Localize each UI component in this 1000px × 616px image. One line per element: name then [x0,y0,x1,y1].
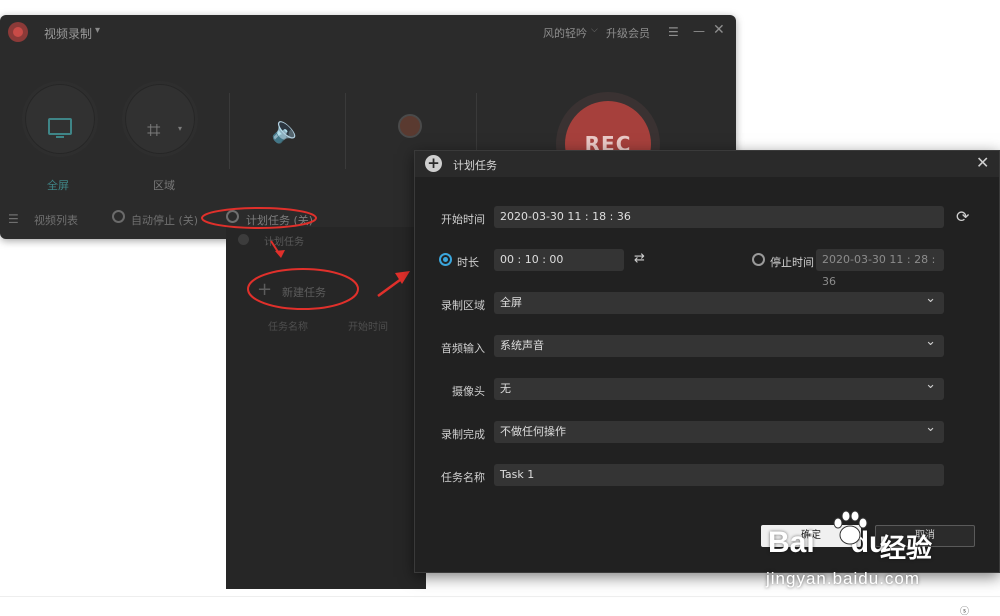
task-list-panel [226,227,426,589]
dialog-title: 计划任务 [453,159,497,172]
schedule-dialog: + 计划任务 ✕ 开始时间 2020-03-30 11 : 18 : 36 ⟳ … [414,150,1000,573]
stop-time-radio[interactable] [752,253,765,266]
divider [0,596,1000,597]
mode-fullscreen-label: 全屏 [47,179,69,192]
task-name-label: 任务名称 [441,471,485,484]
watermark-jingyan: 经验 [880,534,933,564]
clock-icon [238,234,249,245]
close-icon[interactable]: ✕ [976,153,989,172]
on-complete-select[interactable]: 不做任何操作 [494,417,944,443]
region-select[interactable]: 全屏 [494,288,944,314]
audio-label: 音频输入 [441,342,485,355]
app-title[interactable]: 视频录制 [44,25,92,42]
column-header: 任务名称 [268,322,308,333]
camera-label: 摄像头 [452,385,485,398]
on-complete-label: 录制完成 [441,428,485,441]
divider [229,93,230,169]
plus-icon[interactable]: + [257,279,272,300]
region-label: 录制区域 [441,299,485,312]
list-icon[interactable]: ☰ [8,212,19,226]
auto-stop-toggle[interactable]: 自动停止 (关) [131,212,198,228]
task-name-input[interactable]: Task 1 [494,464,944,486]
plus-circle-icon: + [425,155,442,172]
title-bar: 视频录制 ▾ 风的轻吟 ⌵ 升级会员 ☰ — ✕ [0,15,736,49]
stop-time-field[interactable]: 2020-03-30 11 : 28 : 36 [816,249,944,288]
chevron-down-icon[interactable]: ▾ [178,124,182,133]
upgrade-link[interactable]: 升级会员 [606,25,650,41]
timer-icon[interactable] [112,210,125,223]
duration-radio[interactable] [439,253,452,266]
audio-select[interactable]: 系统声音 [494,331,944,357]
webcam-icon[interactable] [398,114,422,138]
divider [345,93,346,169]
start-time-label: 开始时间 [441,213,485,226]
speaker-icon[interactable]: 🔈 [271,115,303,145]
schedule-toggle[interactable]: 计划任务 (关) [246,212,313,228]
new-task-button[interactable]: 新建任务 [282,284,326,300]
monitor-icon [48,118,72,138]
chevron-down-icon[interactable]: ▾ [95,25,100,36]
paw-logo-icon [833,510,868,545]
stop-time-label[interactable]: 停止时间 [770,254,814,270]
swap-icon[interactable]: ⇄ [634,251,645,266]
user-name[interactable]: 风的轻吟 [543,25,587,41]
video-list-link[interactable]: 视频列表 [34,212,78,228]
dialog-header: + 计划任务 ✕ [415,151,999,177]
crop-icon: ⌗ [147,116,161,144]
app-logo-icon [8,22,28,42]
refresh-icon[interactable]: ⟳ [956,207,969,226]
watermark-url: jingyan.baidu.com [766,569,921,588]
minimize-icon[interactable]: — [693,24,705,38]
task-panel-heading: 计划任务 [264,237,304,248]
menu-icon[interactable]: ☰ [668,25,679,39]
start-time-field[interactable]: 2020-03-30 11 : 18 : 36 [494,206,944,228]
mode-region-label: 区域 [153,179,175,192]
duration-field[interactable]: 00 : 10 : 00 [494,249,624,271]
watermark-brand-head: Bai [768,526,815,559]
camera-select[interactable]: 无 [494,374,944,400]
clock-icon[interactable] [226,210,239,223]
duration-label[interactable]: 时长 [457,254,479,270]
column-header: 开始时间 [348,322,388,333]
close-icon[interactable]: ✕ [713,22,725,38]
chevron-down-icon[interactable]: ⌵ [591,25,598,35]
corner-icon: ⓢ [960,607,970,616]
